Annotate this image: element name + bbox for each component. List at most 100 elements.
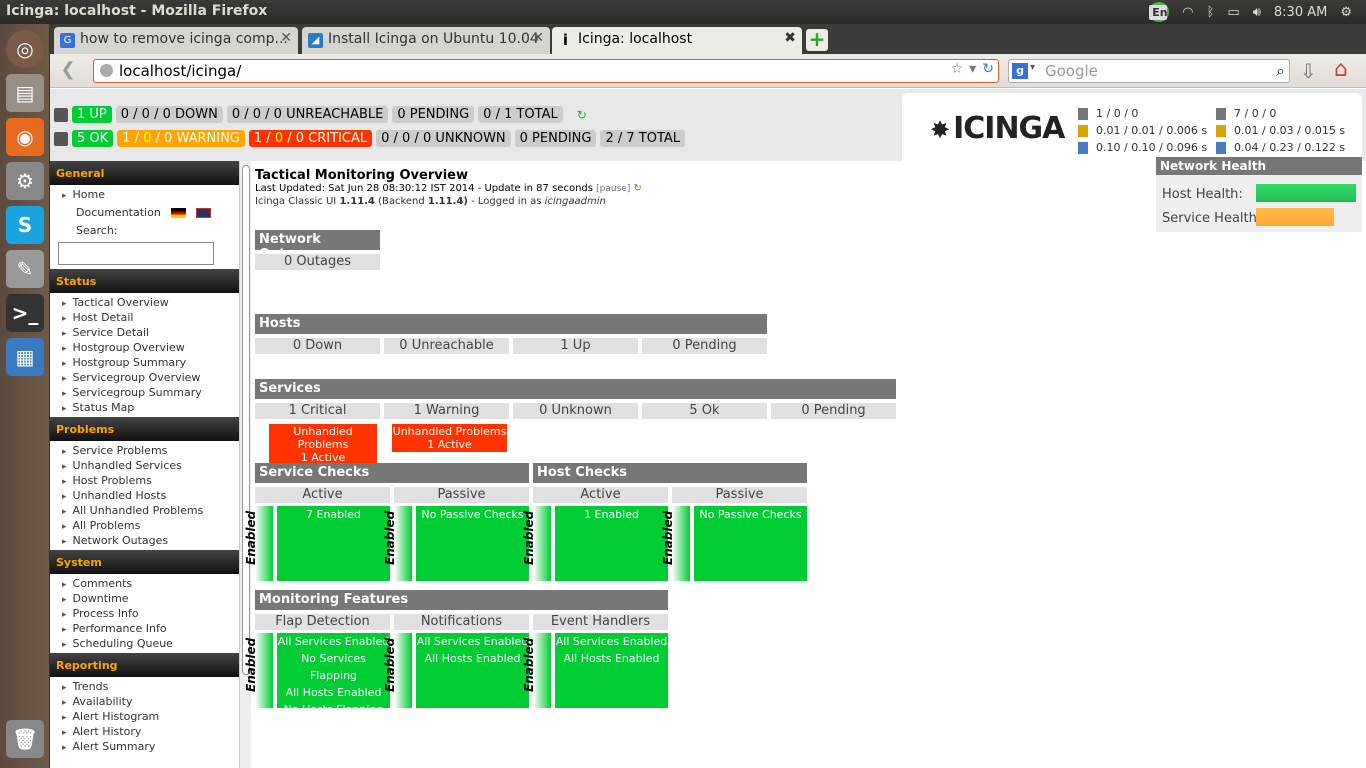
scrollbar-thumb[interactable] [242,165,250,675]
sidebar-item-servicegroup-summary[interactable]: Servicegroup Summary [62,385,250,400]
services-pending[interactable]: 0 PENDING [514,130,597,147]
sidebar-item-availability[interactable]: Availability [62,694,250,709]
sidebar-item-servicegroup-overview[interactable]: Servicegroup Overview [62,370,250,385]
service-active-checks[interactable]: 7 Enabled [277,506,390,581]
chevron-down-icon[interactable]: ▾ [1030,62,1035,73]
unhandled-warning-link[interactable]: Unhandled Problems 1 Active [392,424,507,452]
sidebar-item-service-detail[interactable]: Service Detail [62,325,250,340]
terminal-icon[interactable]: >_ [6,294,44,332]
url-bar[interactable]: localhost/icinga/ ☆ ▾ ↻ [93,59,999,83]
hosts-down-cell[interactable]: 0 Down [255,338,380,354]
flap-detection-status[interactable]: All Services Enabled No Services Flapping… [277,633,390,716]
home-icon[interactable]: ⌂ [1334,57,1348,82]
services-pending-cell[interactable]: 0 Pending [771,403,896,419]
services-warning[interactable]: 1 / 0 / 0 WARNING [117,130,245,147]
sidebar-item-home[interactable]: Home [62,187,250,202]
downloads-icon[interactable]: ⇩ [1300,59,1317,83]
sidebar-item-documentation[interactable]: Documentation [62,202,250,223]
sidebar-item-alert-history[interactable]: Alert History [62,724,250,739]
services-critical[interactable]: 1 / 0 / 0 CRITICAL [248,130,373,147]
sidebar-item-network-outages[interactable]: Network Outages [62,533,250,548]
sidebar-item-alert-histogram[interactable]: Alert Histogram [62,709,250,724]
outages-count[interactable]: 0 Outages [255,254,380,270]
icinga-logo[interactable]: ✸ ICINGA [930,111,1065,146]
wifi-icon[interactable]: ◠ [1182,5,1193,20]
sidebar-item-status-map[interactable]: Status Map [62,400,250,415]
bookmark-star-icon[interactable]: ☆ [951,61,964,77]
text-editor-icon[interactable]: ✎ [6,250,44,288]
site-identity-icon[interactable] [100,64,113,77]
hosts-pending[interactable]: 0 PENDING [392,106,475,123]
bluetooth-icon[interactable]: ᛒ [1207,5,1215,20]
battery-icon[interactable]: ▭ [1227,5,1239,20]
sidebar-item-trends[interactable]: Trends [62,679,250,694]
host-active-checks[interactable]: 1 Enabled [555,506,668,581]
power-icon[interactable]: ⚙ [1340,5,1352,20]
sidebar-item-host-detail[interactable]: Host Detail [62,310,250,325]
tab-install-icinga[interactable]: ◢ Install Icinga on Ubuntu 10.04 ✕ [302,27,550,54]
history-dropdown-icon[interactable]: ▾ [969,61,976,77]
services-total[interactable]: 2 / 7 TOTAL [600,130,686,147]
skype-icon[interactable]: S [6,206,44,244]
section-general[interactable]: General− [50,161,250,185]
new-tab-button[interactable]: + [806,29,828,51]
notifications-status[interactable]: All Services Enabled All Hosts Enabled [416,633,529,708]
files-icon[interactable]: ▤ [6,74,44,112]
sidebar-item-process-info[interactable]: Process Info [62,606,250,621]
services-ok[interactable]: 5 OK [72,130,114,147]
close-tab-icon[interactable]: ✕ [280,30,292,46]
sidebar-item-unhandled-services[interactable]: Unhandled Services [62,458,250,473]
event-handlers-status[interactable]: All Services Enabled All Hosts Enabled [555,633,668,708]
pause-link[interactable]: [pause] [596,184,630,194]
hosts-total[interactable]: 0 / 1 TOTAL [478,106,563,123]
back-button[interactable]: ❮ [56,59,80,83]
sidebar-item-performance-info[interactable]: Performance Info [62,621,250,636]
hosts-down[interactable]: 0 / 0 / 0 DOWN [115,106,223,123]
section-problems[interactable]: Problems− [50,417,250,441]
sidebar-item-host-problems[interactable]: Host Problems [62,473,250,488]
tab-icinga-localhost[interactable]: i Icinga: localhost ✖ [552,27,802,54]
sidebar-search-input[interactable] [58,242,214,265]
system-settings-icon[interactable]: ⚙ [6,162,44,200]
services-ok-cell[interactable]: 5 Ok [642,403,767,419]
section-system[interactable]: System− [50,550,250,574]
sidebar-item-hostgroup-overview[interactable]: Hostgroup Overview [62,340,250,355]
hosts-up[interactable]: 1 UP [72,106,112,123]
services-unknown-cell[interactable]: 0 Unknown [513,403,638,419]
hosts-unreachable[interactable]: 0 / 0 / 0 UNREACHABLE [226,106,389,123]
search-icon[interactable]: ⌕ [1276,61,1285,81]
section-status[interactable]: Status− [50,269,250,293]
hosts-up-cell[interactable]: 1 Up [513,338,638,354]
clock[interactable]: 8:30 AM [1274,5,1327,20]
search-box[interactable]: g ▾ Google ⌕ [1008,59,1290,83]
section-reporting[interactable]: Reporting− [50,653,250,677]
sidebar-item-unhandled-hosts[interactable]: Unhandled Hosts [62,488,250,503]
keyboard-lang-indicator[interactable]: En [1149,4,1168,20]
refresh-icon[interactable]: ↻ [634,183,642,194]
trash-icon[interactable]: 🗑︎ [6,720,44,758]
search-engine-icon[interactable]: g [1012,63,1028,79]
sidebar-item-hostgroup-summary[interactable]: Hostgroup Summary [62,355,250,370]
ubuntu-dash-icon[interactable]: ◎ [6,30,44,68]
libreoffice-icon[interactable]: ▦ [6,338,44,376]
hosts-pending-cell[interactable]: 0 Pending [642,338,767,354]
sidebar-item-downtime[interactable]: Downtime [62,591,250,606]
service-passive-checks[interactable]: No Passive Checks [416,506,529,581]
firefox-icon[interactable]: ◉ [6,118,44,156]
reload-icon[interactable]: ↻ [982,61,994,77]
services-warning-cell[interactable]: 1 Warning [384,403,509,419]
volume-icon[interactable]: 🔊︎ [1253,5,1261,20]
services-unknown[interactable]: 0 / 0 / 0 UNKNOWN [376,130,511,147]
sidebar-item-service-problems[interactable]: Service Problems [62,443,250,458]
tab-how-to-remove[interactable]: G how to remove icinga comp... ✕ [54,27,298,54]
host-passive-checks[interactable]: No Passive Checks [694,506,807,581]
sidebar-item-tactical-overview[interactable]: Tactical Overview [62,295,250,310]
sidebar-item-all-problems[interactable]: All Problems [62,518,250,533]
hosts-unreachable-cell[interactable]: 0 Unreachable [384,338,509,354]
unhandled-critical-link[interactable]: Unhandled Problems 1 Active [269,424,377,465]
sidebar-item-comments[interactable]: Comments [62,576,250,591]
sidebar-item-all-unhandled-problems[interactable]: All Unhandled Problems [62,503,250,518]
refresh-icon[interactable]: ↻ [577,108,587,122]
close-tab-icon[interactable]: ✖ [784,30,796,46]
sidebar-item-scheduling-queue[interactable]: Scheduling Queue [62,636,250,651]
